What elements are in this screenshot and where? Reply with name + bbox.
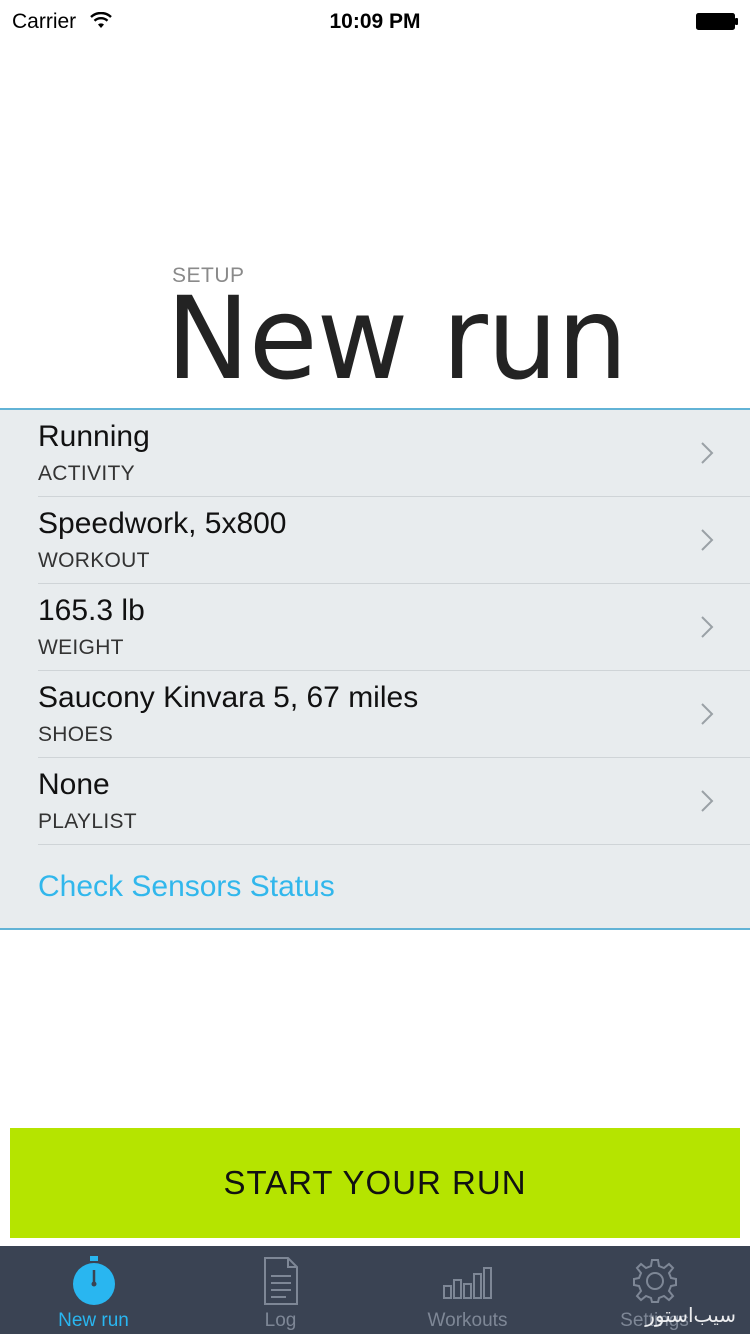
- chevron-right-icon: [701, 616, 714, 638]
- shoes-value: Saucony Kinvara 5, 67 miles: [38, 681, 419, 714]
- page-title: New run: [166, 272, 628, 406]
- bar-chart-icon: [442, 1267, 492, 1299]
- weight-row[interactable]: 165.3 lb WEIGHT: [38, 584, 750, 671]
- tab-bar: New run Log Workouts: [0, 1246, 750, 1334]
- stopwatch-icon: [72, 1256, 115, 1305]
- start-run-button[interactable]: START YOUR RUN: [10, 1128, 740, 1238]
- status-time: 10:09 PM: [329, 10, 421, 33]
- tab-new-run[interactable]: New run: [0, 1246, 187, 1334]
- workout-label: WORKOUT: [38, 549, 150, 572]
- document-icon: [263, 1257, 298, 1305]
- shoes-label: SHOES: [38, 723, 114, 746]
- playlist-label: PLAYLIST: [38, 810, 137, 833]
- shoes-row[interactable]: Saucony Kinvara 5, 67 miles SHOES: [38, 671, 750, 758]
- playlist-value: None: [38, 768, 110, 801]
- workout-row[interactable]: Speedwork, 5x800 WORKOUT: [38, 497, 750, 584]
- playlist-row[interactable]: None PLAYLIST: [38, 758, 750, 845]
- chevron-right-icon: [701, 703, 714, 725]
- workout-value: Speedwork, 5x800: [38, 507, 287, 540]
- battery-icon: [696, 13, 738, 30]
- tab-log[interactable]: Log: [187, 1246, 374, 1334]
- activity-value: Running: [38, 420, 150, 453]
- activity-row[interactable]: Running ACTIVITY: [38, 410, 750, 497]
- watermark-logo: سیب‌استور: [645, 1305, 736, 1327]
- check-sensors-link[interactable]: Check Sensors Status: [38, 870, 335, 904]
- activity-label: ACTIVITY: [38, 462, 135, 485]
- tab-label-workouts: Workouts: [427, 1310, 508, 1331]
- tab-label-new-run: New run: [58, 1310, 129, 1331]
- tab-workouts[interactable]: Workouts: [374, 1246, 561, 1334]
- tab-label-log: Log: [264, 1310, 297, 1331]
- status-bar: Carrier 10:09 PM: [0, 0, 750, 44]
- weight-value: 165.3 lb: [38, 594, 145, 627]
- run-settings-panel: Running ACTIVITY Speedwork, 5x800 WORKOU…: [0, 408, 750, 930]
- chevron-right-icon: [701, 790, 714, 812]
- chevron-right-icon: [701, 529, 714, 551]
- weight-label: WEIGHT: [38, 636, 124, 659]
- chevron-right-icon: [701, 442, 714, 464]
- gear-icon: [632, 1259, 677, 1303]
- new-run-screen: Carrier 10:09 PM SETUP New run Running A…: [0, 0, 750, 1334]
